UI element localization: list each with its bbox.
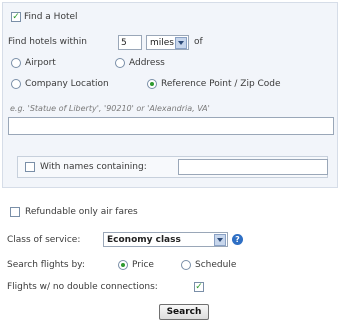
find-hotel-checkbox[interactable]: ✓ — [11, 12, 21, 22]
radio-airport[interactable] — [11, 58, 21, 68]
distance-input[interactable]: 5 — [118, 35, 142, 50]
radio-company-location[interactable] — [11, 79, 21, 89]
class-of-service-select[interactable]: Economy class — [103, 232, 228, 247]
refundable-label: Refundable only air fares — [25, 207, 138, 217]
radio-search-schedule-label: Schedule — [195, 260, 237, 270]
radio-search-price[interactable] — [118, 260, 128, 270]
radio-address-label: Address — [129, 58, 165, 68]
distance-unit-value: miles — [150, 38, 174, 48]
class-of-service-label: Class of service: — [7, 235, 81, 245]
distance-unit-select[interactable]: miles — [146, 35, 189, 50]
radio-company-location-label: Company Location — [25, 79, 109, 89]
radio-search-price-label: Price — [132, 260, 154, 270]
radio-airport-label: Airport — [25, 58, 56, 68]
radio-reference-point[interactable] — [147, 79, 157, 89]
class-of-service-value: Economy class — [107, 235, 181, 245]
reference-point-input[interactable] — [8, 117, 334, 135]
search-button[interactable]: Search — [159, 304, 209, 320]
chevron-down-icon — [175, 37, 187, 49]
no-double-connections-checkbox[interactable]: ✓ — [194, 282, 204, 292]
help-icon[interactable]: ? — [232, 234, 243, 245]
radio-reference-point-label: Reference Point / Zip Code — [161, 79, 281, 89]
refundable-checkbox[interactable] — [10, 207, 20, 217]
radio-address[interactable] — [115, 58, 125, 68]
names-containing-label: With names containing: — [40, 162, 147, 172]
reference-hint: e.g. 'Statue of Liberty', '90210' or 'Al… — [10, 104, 210, 113]
chevron-down-icon — [214, 234, 226, 246]
names-containing-input[interactable] — [178, 159, 328, 175]
radio-search-schedule[interactable] — [181, 260, 191, 270]
find-hotel-label: Find a Hotel — [24, 12, 78, 22]
find-within-label: Find hotels within — [8, 37, 87, 47]
no-double-connections-label: Flights w/ no double connections: — [7, 282, 158, 292]
names-containing-checkbox[interactable] — [25, 162, 35, 172]
search-by-label: Search flights by: — [7, 260, 85, 270]
of-label: of — [194, 37, 203, 47]
